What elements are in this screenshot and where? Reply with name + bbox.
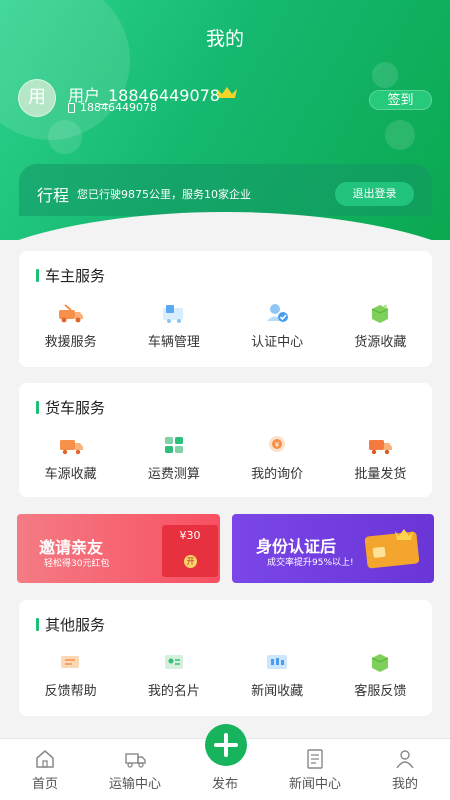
id-card-chip — [372, 546, 386, 558]
user-icon — [396, 750, 414, 769]
signin-button[interactable]: 签到 — [369, 90, 432, 110]
home-icon — [36, 750, 54, 768]
trip-title: 行程 — [37, 186, 70, 205]
section-title: 车主服务 — [36, 265, 105, 286]
other-services-list: 反馈帮助 我的名片 新闻收藏 客服反馈 — [19, 644, 432, 710]
rescue-truck-icon — [58, 304, 83, 323]
feedback-icon — [60, 656, 79, 668]
page-title: 我的 — [205, 28, 244, 50]
banner-subtitle: 轻松得30元红包 — [44, 559, 110, 569]
trip-desc: 您已行驶9875公里，服务10家企业 — [77, 188, 251, 201]
logout-button[interactable]: 退出登录 — [335, 182, 414, 206]
truck-services-list: 车源收藏 运费测算 ¥ 我的询价 批量发货 — [19, 427, 432, 493]
trip-card: 行程 您已行驶9875公里，服务10家企业 退出登录 — [19, 164, 432, 216]
news-icon — [307, 749, 323, 769]
service-label: 新闻收藏 — [251, 684, 304, 699]
service-label: 反馈帮助 — [44, 684, 97, 699]
service-label: 车源收藏 — [44, 467, 97, 482]
service-label: 救援服务 — [44, 335, 97, 350]
svg-text:¥: ¥ — [275, 441, 280, 449]
decor-bubble — [385, 120, 415, 150]
service-label: 运费测算 — [147, 467, 200, 482]
freight-calculator-icon — [164, 437, 183, 453]
profile-header: 我的 用 用户_18846449078 18846449078 签到 行程 您已… — [0, 0, 450, 240]
service-item-business-card[interactable]: 我的名片 — [122, 644, 225, 710]
service-item-vehicle[interactable]: 车辆管理 — [122, 295, 225, 361]
service-item-truck-favorite[interactable]: 车源收藏 — [19, 427, 122, 493]
service-item-inquiry[interactable]: ¥ 我的询价 — [226, 427, 329, 493]
nav-label: 新闻中心 — [288, 777, 341, 792]
business-card-icon — [164, 655, 183, 669]
service-item-rescue[interactable]: 救援服务 — [19, 295, 122, 361]
decor-bubble — [48, 120, 82, 154]
banner-title: 身份认证后 — [256, 537, 337, 556]
nav-transport-center[interactable]: 运输中心 — [90, 739, 180, 800]
publish-plus-button[interactable] — [205, 724, 247, 766]
service-label: 货源收藏 — [354, 335, 407, 350]
banner-title: 邀请亲友 — [39, 538, 104, 557]
section-title: 其他服务 — [36, 614, 105, 635]
service-label: 客服反馈 — [354, 684, 407, 699]
avatar[interactable]: 用 — [18, 79, 56, 117]
header-curve — [0, 212, 450, 240]
service-item-cargo[interactable]: 货源收藏 — [329, 295, 432, 361]
decor-bubble — [0, 0, 130, 140]
banner-subtitle: 成交率提升95%以上! — [267, 558, 354, 568]
service-label: 我的名片 — [147, 684, 200, 699]
phone-row: 18846449078 — [68, 101, 157, 114]
phone-number: 18846449078 — [80, 101, 157, 114]
service-item-customer-service[interactable]: 客服反馈 — [329, 644, 432, 710]
service-item-news-favorite[interactable]: 新闻收藏 — [226, 644, 329, 710]
nav-label: 发布 — [211, 777, 238, 792]
verification-icon — [267, 304, 289, 322]
other-services-card: 其他服务 反馈帮助 我的名片 新闻收藏 客服反馈 — [19, 600, 432, 716]
service-item-verify[interactable]: 认证中心 — [226, 295, 329, 361]
service-label: 车辆管理 — [147, 335, 200, 350]
decor-bubble — [372, 62, 398, 88]
truck-icon — [125, 753, 146, 768]
owner-services-card: 车主服务 救援服务 车辆管理 认证中心 货源收藏 — [19, 251, 432, 367]
service-item-freight[interactable]: 运费测算 — [122, 427, 225, 493]
vehicle-management-icon — [162, 305, 183, 323]
nav-label: 运输中心 — [108, 777, 161, 792]
nav-label: 首页 — [31, 777, 58, 792]
cargo-favorite-icon — [372, 305, 389, 323]
truck-favorite-icon — [59, 440, 83, 455]
truck-services-card: 货车服务 车源收藏 运费测算 ¥ 我的询价 批量发货 — [19, 383, 432, 497]
batch-shipping-icon — [369, 440, 393, 455]
owner-services-list: 救援服务 车辆管理 认证中心 货源收藏 — [19, 295, 432, 361]
inquiry-icon: ¥ — [269, 436, 286, 452]
service-label: 我的询价 — [251, 467, 304, 482]
phone-icon — [68, 102, 75, 113]
crown-icon — [217, 87, 237, 98]
news-favorite-icon — [267, 655, 288, 669]
customer-service-icon — [372, 654, 389, 672]
section-title: 货车服务 — [36, 397, 105, 418]
crown-icon — [395, 529, 413, 540]
envelope-open-label: 开 — [184, 555, 197, 568]
nav-news-center[interactable]: 新闻中心 — [270, 739, 360, 800]
nav-home[interactable]: 首页 — [0, 739, 90, 800]
invite-friends-banner[interactable]: 邀请亲友 轻松得30元红包 ¥30 开 — [17, 514, 220, 583]
identity-verify-banner[interactable]: 身份认证后 成交率提升95%以上! — [232, 514, 434, 583]
red-envelope-icon: ¥30 开 — [162, 525, 218, 577]
service-item-feedback[interactable]: 反馈帮助 — [19, 644, 122, 710]
service-label: 批量发货 — [354, 467, 407, 482]
nav-label: 我的 — [391, 777, 418, 792]
nav-mine[interactable]: 我的 — [360, 739, 450, 800]
service-item-batch[interactable]: 批量发货 — [329, 427, 432, 493]
service-label: 认证中心 — [251, 335, 304, 350]
envelope-amount: ¥30 — [179, 529, 201, 542]
